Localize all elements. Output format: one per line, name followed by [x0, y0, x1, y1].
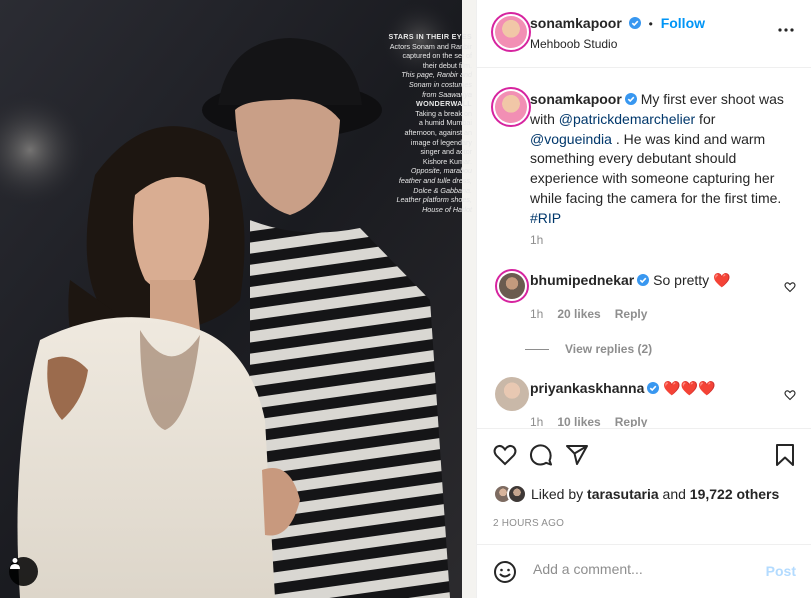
magazine-line: Leather platform shoes,	[396, 195, 472, 205]
magazine-line: their debut film.	[422, 60, 472, 70]
comment-likes[interactable]: 20 likes	[557, 307, 600, 321]
likes-summary: Liked by tarasutaria and 19,722 others	[493, 484, 779, 504]
caption-text: for	[695, 110, 716, 127]
post-caption: sonamkapoor My first ever shoot was with…	[530, 90, 800, 229]
magazine-line: image of legendary	[410, 137, 472, 147]
author-username[interactable]: sonamkapoor	[530, 15, 622, 31]
like-comment-heart-icon[interactable]	[784, 281, 796, 293]
share-icon[interactable]	[565, 443, 589, 467]
separator-dot: •	[648, 17, 653, 31]
comment-input[interactable]	[533, 561, 753, 577]
post-timestamp[interactable]: 2 HOURS AGO	[493, 518, 564, 529]
commenter-avatar[interactable]	[495, 269, 529, 303]
magazine-caption-text: STARS IN THEIR EYES Actors Sonam and Ran…	[372, 32, 472, 214]
comment-meta: 1h 10 likes Reply	[530, 415, 647, 427]
magazine-line: feather and tulle dress,	[398, 175, 472, 185]
caption-avatar[interactable]	[491, 87, 531, 127]
magazine-heading: STARS IN THEIR EYES	[388, 32, 472, 41]
magazine-line: afternoon, against an	[404, 127, 472, 137]
add-comment-bar: Post	[477, 544, 811, 598]
verified-badge-icon	[647, 382, 660, 394]
tagged-users-button[interactable]	[9, 557, 38, 586]
heart-emoji: ❤️❤️❤️	[663, 380, 716, 396]
magazine-line: Sonam in costumes	[408, 79, 472, 89]
magazine-line: singer and actor	[420, 147, 472, 157]
comment-meta: 1h 20 likes Reply	[530, 307, 647, 321]
comment-time: 1h	[530, 415, 544, 427]
magazine-line: House of Harlot	[422, 204, 472, 214]
save-bookmark-icon[interactable]	[773, 443, 797, 467]
like-comment-heart-icon[interactable]	[784, 389, 796, 401]
caption-time: 1h	[530, 233, 544, 247]
verified-badge-icon	[637, 274, 650, 286]
post-comment-button[interactable]: Post	[766, 563, 796, 579]
liked-by-prefix: Liked by	[531, 486, 584, 502]
reply-button[interactable]: Reply	[615, 307, 648, 321]
liked-by-user[interactable]: tarasutaria	[587, 486, 659, 502]
magazine-line: This page, Ranbir and	[401, 70, 472, 80]
verified-badge-icon	[628, 17, 641, 29]
magazine-line: from Saawariya	[422, 89, 472, 99]
user-icon	[10, 558, 20, 569]
magazine-line: captured on the set of	[402, 51, 472, 61]
post-actions: Liked by tarasutaria and 19,722 others 2…	[477, 428, 811, 544]
heart-emoji: ❤️	[713, 272, 731, 288]
magazine-heading: WONDERWALL	[416, 99, 472, 109]
liked-by-others[interactable]: 19,722 others	[690, 486, 780, 502]
magazine-line: Actors Sonam and Ranbir	[389, 41, 472, 51]
verified-badge-icon	[624, 93, 637, 105]
emoji-icon[interactable]	[493, 560, 517, 584]
mention-link[interactable]: @patrickdemarchelier	[559, 111, 695, 127]
magazine-line: Kishore Kumar.	[422, 156, 472, 166]
reply-button[interactable]: Reply	[615, 415, 648, 427]
caption-username[interactable]: sonamkapoor	[530, 91, 622, 107]
comment-text: So pretty	[653, 272, 714, 288]
post-header: sonamkapoor • Follow Mehboob Studio	[477, 0, 811, 68]
comment-body: bhumipednekar So pretty ❤️	[530, 272, 770, 289]
comment-body: priyankaskhanna ❤️❤️❤️	[530, 380, 770, 397]
liker-avatar[interactable]	[507, 484, 527, 504]
magazine-line: Taking a break on	[415, 108, 472, 118]
post-location[interactable]: Mehboob Studio	[530, 37, 617, 51]
more-options-icon[interactable]	[776, 20, 796, 40]
hashtag-link[interactable]: #RIP	[530, 210, 561, 226]
magazine-line: Opposite, marabou	[410, 166, 472, 176]
comment-username[interactable]: priyankaskhanna	[530, 380, 644, 396]
liker-avatars	[493, 484, 527, 504]
post-photo[interactable]: STARS IN THEIR EYES Actors Sonam and Ran…	[0, 0, 476, 598]
comment-username[interactable]: bhumipednekar	[530, 272, 634, 288]
follow-button[interactable]: Follow	[661, 15, 705, 31]
instagram-post: STARS IN THEIR EYES Actors Sonam and Ran…	[0, 0, 811, 598]
mention-link[interactable]: @vogueindia	[530, 131, 612, 147]
post-side-panel: sonamkapoor • Follow Mehboob Studio sona…	[476, 0, 811, 598]
comment-icon[interactable]	[529, 443, 553, 467]
like-heart-icon[interactable]	[493, 443, 517, 467]
comments-list[interactable]: sonamkapoor My first ever shoot was with…	[477, 69, 811, 427]
comment-time: 1h	[530, 307, 544, 321]
magazine-line: a humid Mumbai	[418, 118, 472, 128]
view-replies-button[interactable]: View replies (2)	[524, 342, 652, 356]
commenter-avatar[interactable]	[495, 377, 529, 411]
comment-likes[interactable]: 10 likes	[557, 415, 600, 427]
author-avatar[interactable]	[491, 12, 531, 52]
liked-by-and: and	[662, 486, 686, 502]
magazine-line: Dolce & Gabbana.	[413, 185, 472, 195]
